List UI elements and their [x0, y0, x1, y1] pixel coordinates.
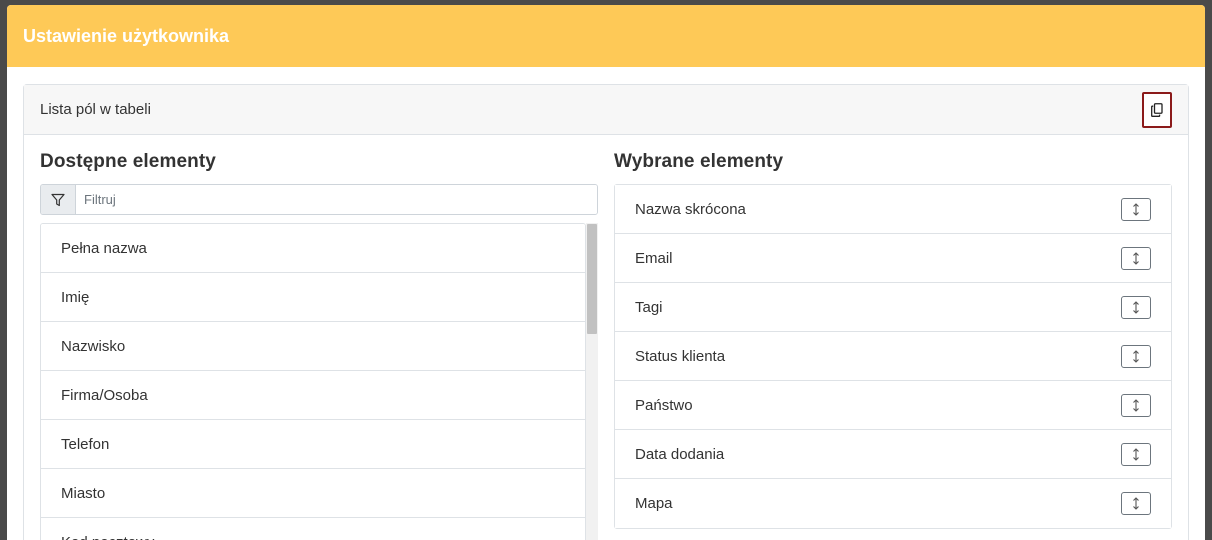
selected-item[interactable]: Państwo: [615, 381, 1171, 430]
copy-icon: [1151, 102, 1163, 117]
move-button[interactable]: [1121, 246, 1151, 270]
selected-item[interactable]: Nazwa skrócona: [615, 185, 1171, 234]
arrows-vertical-icon: [1133, 300, 1139, 314]
filter-icon: [51, 193, 65, 206]
selected-item[interactable]: Mapa: [615, 479, 1171, 528]
selected-item-label: Data dodania: [635, 445, 725, 463]
move-button[interactable]: [1121, 492, 1151, 515]
arrows-vertical-icon: [1133, 202, 1139, 216]
modal-header: Ustawienie użytkownika: [7, 5, 1205, 67]
available-item-city[interactable]: Miasto: [41, 469, 585, 518]
arrows-vertical-icon: [1133, 251, 1139, 265]
available-item-first-name[interactable]: Imię: [41, 273, 585, 322]
move-button[interactable]: [1121, 442, 1151, 466]
available-item-last-name[interactable]: Nazwisko: [41, 322, 585, 371]
available-item-full-name[interactable]: Pełna nazwa: [41, 224, 585, 273]
arrows-vertical-icon: [1133, 349, 1139, 363]
selected-item[interactable]: Status klienta: [615, 332, 1171, 381]
selected-item-label: Nazwa skrócona: [635, 200, 746, 218]
modal-title: Ustawienie użytkownika: [23, 25, 230, 46]
selected-list: Nazwa skrócona Email Tagi Status klienta…: [614, 184, 1172, 529]
selected-column: Wybrane elementy Nazwa skrócona Email Ta…: [614, 151, 1172, 529]
copy-button[interactable]: [1142, 91, 1172, 128]
arrows-vertical-icon: [1133, 447, 1139, 461]
card-header: Lista pól w tabeli: [24, 85, 1188, 135]
selected-item[interactable]: Tagi: [615, 283, 1171, 332]
selected-item-label: Status klienta: [635, 347, 726, 365]
available-scrollbar[interactable]: [586, 223, 598, 540]
available-heading: Dostępne elementy: [40, 151, 216, 172]
available-item-postal-code[interactable]: Kod pocztowy: [41, 518, 585, 540]
filter-group: [40, 184, 598, 215]
move-button[interactable]: [1121, 393, 1151, 417]
move-button[interactable]: [1121, 344, 1151, 368]
move-button[interactable]: [1121, 295, 1151, 319]
available-list[interactable]: Pełna nazwa Imię Nazwisko Firma/Osoba Te…: [40, 223, 586, 540]
available-list-wrap: Pełna nazwa Imię Nazwisko Firma/Osoba Te…: [40, 223, 598, 540]
user-settings-modal: Ustawienie użytkownika Lista pól w tabel…: [7, 5, 1205, 540]
selected-heading: Wybrane elementy: [614, 151, 784, 172]
selected-item-label: Państwo: [635, 396, 693, 414]
selected-item[interactable]: Email: [615, 234, 1171, 283]
selected-item-label: Email: [635, 249, 673, 267]
filter-addon: [41, 185, 76, 214]
available-item-company[interactable]: Firma/Osoba: [41, 371, 585, 420]
fields-card: Lista pól w tabeli Dostępne elementy Fil…: [23, 84, 1189, 540]
move-button[interactable]: [1121, 197, 1151, 221]
selected-item-label: Mapa: [635, 495, 673, 512]
scroll-thumb[interactable]: [587, 224, 597, 334]
selected-item[interactable]: Data dodania: [615, 430, 1171, 479]
available-item-phone[interactable]: Telefon: [41, 420, 585, 469]
available-column: Dostępne elementy Pełna nazwa Imię Nazwi…: [40, 151, 598, 540]
arrows-vertical-icon: [1133, 398, 1139, 412]
selected-item-label: Tagi: [635, 298, 663, 316]
filter-input[interactable]: [76, 185, 597, 214]
card-title: Lista pól w tabeli: [40, 101, 151, 118]
arrows-vertical-icon: [1133, 497, 1139, 510]
